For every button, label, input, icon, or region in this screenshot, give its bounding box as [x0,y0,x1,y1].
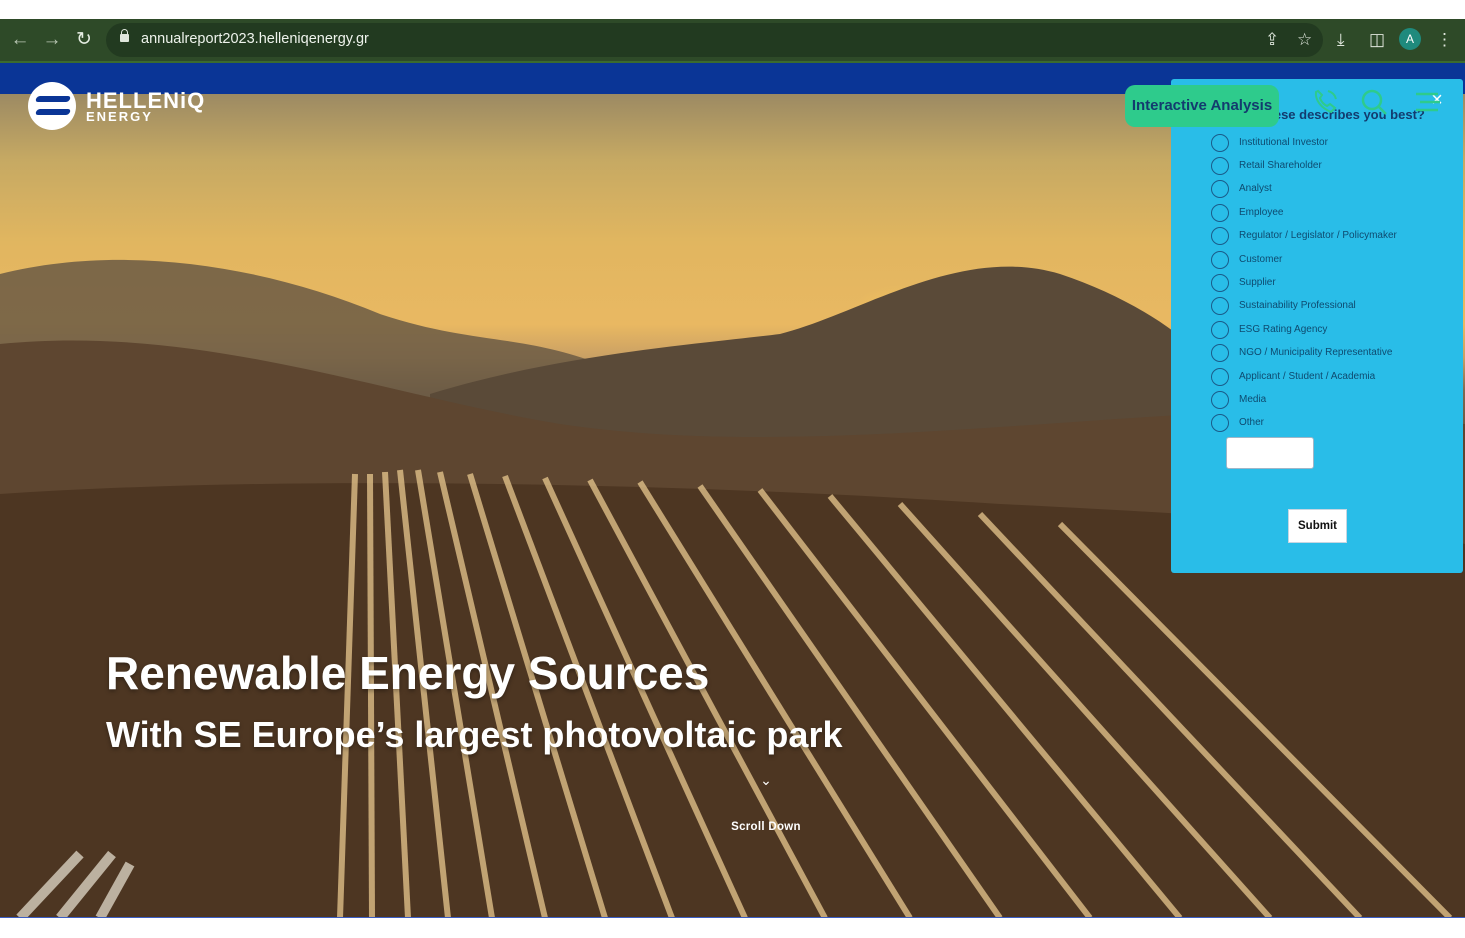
phone-icon[interactable] [1309,86,1341,118]
chevron-down-icon[interactable]: ⌄ [756,772,776,790]
radio-button[interactable] [1211,274,1229,292]
option-label: Sustainability Professional [1239,300,1356,311]
hero-subline: With SE Europe’s largest photovoltaic pa… [106,714,843,755]
other-text-field[interactable] [1226,437,1314,469]
lock-icon[interactable] [120,29,129,42]
menu-dots-icon[interactable]: ⋮ [1436,30,1453,50]
option-label: Customer [1239,254,1283,265]
option-label: Analyst [1239,183,1272,194]
radio-button[interactable] [1211,368,1229,386]
page-bottom-border [0,917,1465,918]
option-label: ESG Rating Agency [1239,324,1328,335]
option-label: Other [1239,417,1265,428]
option-label: Applicant / Student / Academia [1239,371,1376,382]
radio-button[interactable] [1211,157,1229,175]
survey-title: ...ese describes you best? [1263,107,1425,122]
radio-button[interactable] [1211,414,1229,432]
logo-subtitle: ENERGY [86,109,153,124]
address-bar[interactable]: annualreport2023.helleniqenergy.gr [106,23,1323,57]
hero-headline: Renewable Energy Sources [106,647,710,699]
radio-button[interactable] [1211,227,1229,245]
radio-button[interactable] [1211,321,1229,339]
download-icon[interactable]: ⤓ [1337,30,1345,50]
option-label: Institutional Investor [1239,137,1328,148]
radio-button[interactable] [1211,297,1229,315]
option-label: Regulator / Legislator / Policymaker [1239,230,1397,241]
url-text[interactable]: annualreport2023.helleniqenergy.gr [141,31,369,47]
interactive-analysis-button[interactable]: Interactive Analysis [1125,85,1279,127]
radio-button[interactable] [1211,391,1229,409]
site-logo[interactable]: HELLENiQ ENERGY [28,82,208,132]
reload-icon[interactable]: ↻ [74,30,94,50]
back-icon[interactable]: ← [10,30,30,50]
browser-toolbar: ← → ↻ annualreport2023.helleniqenergy.gr… [0,19,1465,61]
radio-button[interactable] [1211,180,1229,198]
submit-button[interactable]: Submit [1288,509,1347,543]
helleniq-logo-icon [28,82,76,130]
radio-button[interactable] [1211,204,1229,222]
radio-button[interactable] [1211,134,1229,152]
radio-button[interactable] [1211,344,1229,362]
survey-popup: ...ese describes you best? × Institution… [1171,79,1463,573]
star-icon[interactable]: ☆ [1297,30,1312,50]
share-icon[interactable]: ⇪ [1265,30,1279,50]
option-label: Supplier [1239,277,1276,288]
option-label: Retail Shareholder [1239,160,1322,171]
sidepanel-icon[interactable]: ◫ [1369,30,1385,50]
search-icon[interactable] [1358,86,1390,118]
profile-avatar[interactable]: A [1399,28,1421,50]
forward-icon[interactable]: → [42,30,62,50]
hamburger-menu-icon[interactable] [1412,86,1444,118]
option-label: NGO / Municipality Representative [1239,347,1393,358]
option-label: Employee [1239,207,1284,218]
scroll-down-link[interactable]: Scroll Down [716,821,816,833]
option-label: Media [1239,394,1267,405]
radio-button[interactable] [1211,251,1229,269]
